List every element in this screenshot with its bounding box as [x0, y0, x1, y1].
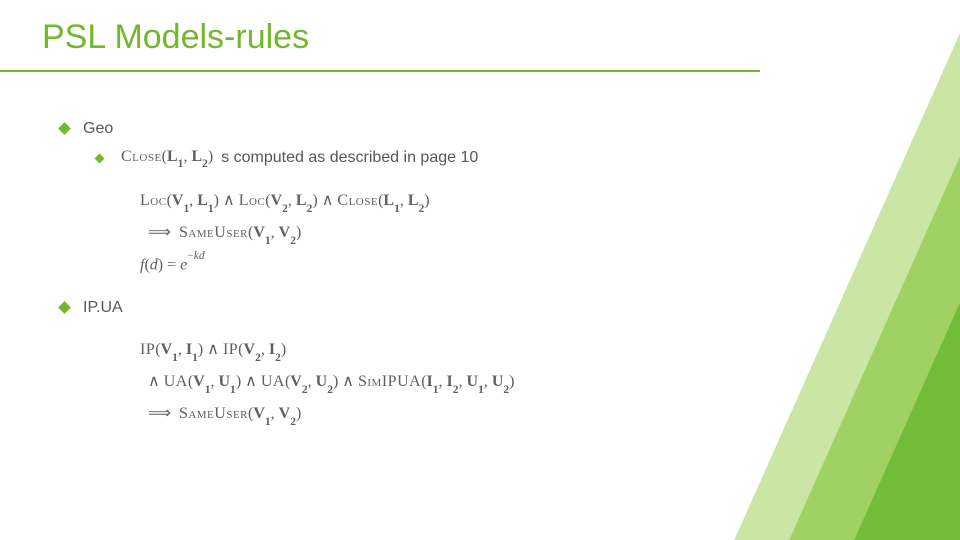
bullet-icon	[95, 153, 105, 163]
close-note: s computed as described in page 10	[221, 149, 478, 167]
ipua-rule-formula: IP(V1, I1) ∧ IP(V2, I2) ∧ UA(V1, U1) ∧ U…	[140, 335, 515, 431]
bullet-geo: Geo Close(L1, L2) s computed as describe…	[60, 120, 515, 281]
bullet-icon	[58, 301, 71, 314]
content-area: Geo Close(L1, L2) s computed as describe…	[60, 120, 515, 449]
bullet-icon	[58, 122, 71, 135]
geo-rule-formula: Loc(V1, L1) ∧ Loc(V2, L2) ∧ Close(L1, L2…	[140, 186, 515, 281]
geo-rule-line1: Loc(V1, L1) ∧ Loc(V2, L2) ∧ Close(L1, L2…	[140, 186, 515, 218]
bullet-ipua-label: IP.UA	[83, 299, 123, 317]
geo-fd: f(d) = e−kd	[140, 250, 515, 281]
slide: PSL Models-rules Geo Close(L1, L2) s com…	[0, 0, 960, 540]
geo-rule-line2: ⟹ SameUser(V1, V2)	[140, 218, 515, 250]
decorative-wedge	[700, 0, 960, 540]
sub-bullet-close: Close(L1, L2) s computed as described in…	[96, 148, 515, 168]
ipua-rule-line2: ∧ UA(V1, U1) ∧ UA(V2, U2) ∧ SimIPUA(I1, …	[140, 367, 515, 399]
close-formula: Close(L1, L2)	[121, 148, 213, 168]
title-underline	[0, 70, 760, 72]
bullet-ipua: IP.UA IP(V1, I1) ∧ IP(V2, I2) ∧ UA(V1, U…	[60, 299, 515, 431]
bullet-geo-label: Geo	[83, 120, 113, 138]
ipua-rule-line3: ⟹ SameUser(V1, V2)	[140, 399, 515, 431]
slide-title: PSL Models-rules	[42, 18, 309, 57]
ipua-rule-line1: IP(V1, I1) ∧ IP(V2, I2)	[140, 335, 515, 367]
